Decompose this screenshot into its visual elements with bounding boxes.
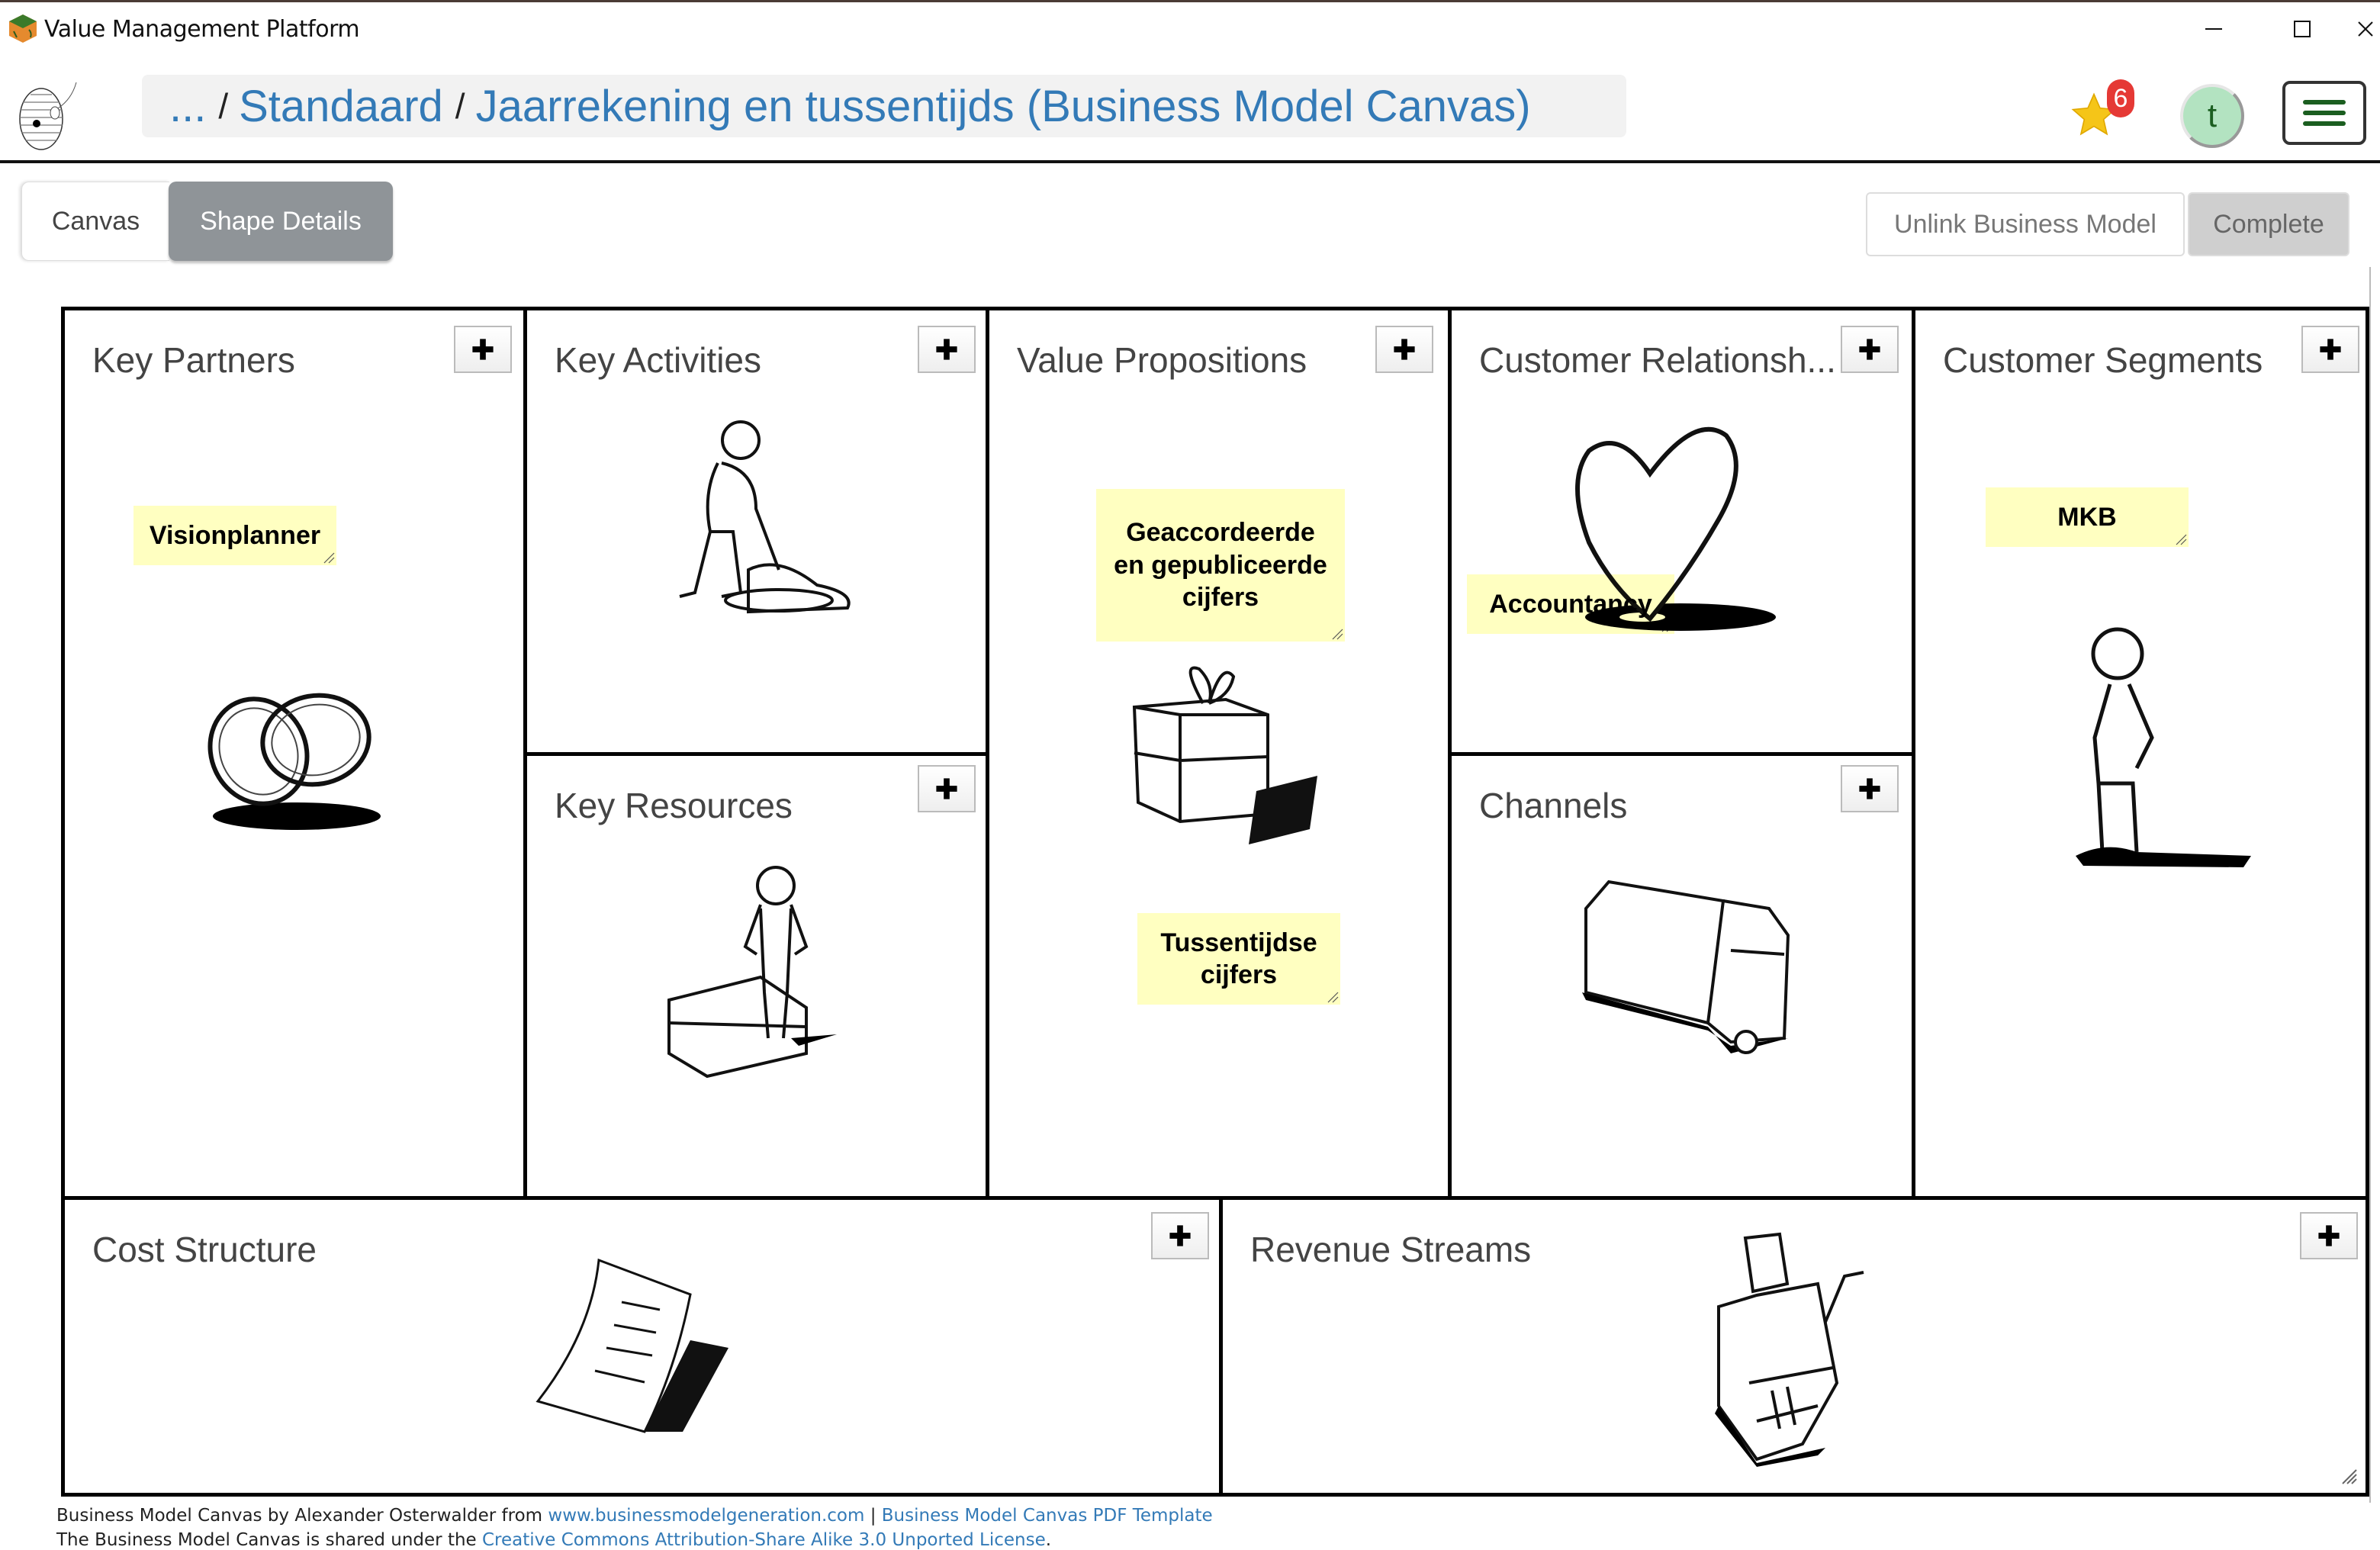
breadcrumb-separator: / [218, 86, 229, 126]
businessmodelgeneration-link[interactable]: www.businessmodelgeneration.com [548, 1506, 864, 1526]
scrollbar[interactable] [2369, 267, 2371, 1503]
add-note-button[interactable] [1841, 326, 1899, 373]
tab-shape-details[interactable]: Shape Details [169, 182, 393, 261]
window-title-bar: Value Management Platform [0, 0, 2380, 55]
complete-button[interactable]: Complete [2188, 192, 2349, 256]
resize-grip-icon[interactable] [1330, 626, 1343, 640]
hamburger-icon-bar [2303, 111, 2346, 115]
minimize-icon [2205, 28, 2222, 30]
block-customer-segments: Customer Segments MKB [1912, 307, 2369, 1201]
block-value-propositions: Value Propositions Geaccordeerde en gepu… [986, 307, 1452, 1201]
minimize-button[interactable] [2191, 10, 2237, 48]
plus-icon [1394, 339, 1415, 360]
unlink-business-model-button[interactable]: Unlink Business Model [1866, 192, 2185, 256]
sticky-note[interactable]: Geaccordeerde en gepubliceerde cijfers [1096, 489, 1345, 642]
add-note-button[interactable] [2300, 1212, 2358, 1259]
breadcrumb-item-standaard[interactable]: Standaard [239, 81, 443, 132]
add-note-button[interactable] [918, 326, 976, 373]
add-note-button[interactable] [1375, 326, 1433, 373]
plus-icon [936, 339, 957, 360]
resize-grip-icon[interactable] [321, 550, 335, 564]
block-title: Value Propositions [1017, 340, 1307, 380]
sticky-note-text: Visionplanner [149, 520, 321, 550]
plus-icon [1859, 778, 1880, 799]
hamburger-icon-bar [2303, 100, 2346, 105]
favorites-button[interactable]: 6 [2064, 79, 2148, 148]
user-avatar[interactable]: t [2180, 84, 2244, 148]
footer-attribution: Business Model Canvas by Alexander Oster… [56, 1506, 1213, 1526]
breadcrumb-ellipsis-link[interactable]: ... [169, 81, 206, 132]
hamburger-icon-bar [2303, 121, 2346, 126]
block-title: Key Partners [92, 340, 295, 380]
breadcrumb-item-current[interactable]: Jaarrekening en tussentijds (Business Mo… [476, 81, 1531, 132]
breadcrumb: ... / Standaard / Jaarrekening en tussen… [142, 75, 1626, 137]
app-logo-icon [9, 14, 37, 43]
footer-license: The Business Model Canvas is shared unde… [56, 1530, 1051, 1550]
sticky-note[interactable]: Tussentijdse cijfers [1137, 913, 1340, 1005]
footer-text: The Business Model Canvas is shared unde… [56, 1530, 482, 1550]
add-note-button[interactable] [918, 765, 976, 812]
plus-icon [1859, 339, 1880, 360]
block-key-resources: Key Resources [523, 752, 990, 1201]
resize-grip-icon[interactable] [2173, 532, 2187, 545]
hamburger-menu-button[interactable] [2282, 81, 2366, 145]
truck-icon [1582, 880, 1790, 1054]
app-header: ... / Standaard / Jaarrekening en tussen… [0, 55, 2380, 163]
plus-icon [472, 339, 494, 360]
close-button[interactable] [2357, 10, 2380, 48]
gift-box-icon [1132, 666, 1317, 844]
sticky-note-text: Tussentijdse cijfers [1160, 928, 1317, 990]
plus-icon [2318, 1225, 2340, 1246]
bill-document-icon [536, 1258, 728, 1433]
close-icon [2358, 21, 2373, 37]
plus-icon [936, 778, 957, 799]
maximize-button[interactable] [2279, 10, 2325, 48]
footer-separator: | [864, 1506, 882, 1526]
window-title: Value Management Platform [44, 16, 360, 43]
block-title: Key Resources [555, 786, 793, 825]
sticky-note[interactable]: Accountancy [1467, 574, 1674, 634]
sticky-note-text: Accountancy [1489, 589, 1652, 619]
sticky-note-text: MKB [2057, 502, 2117, 532]
sticky-note[interactable]: MKB [1986, 487, 2189, 547]
block-title: Cost Structure [92, 1230, 317, 1269]
maximize-icon [2294, 21, 2311, 37]
sticky-note-text: Geaccordeerde en gepubliceerde cijfers [1114, 518, 1327, 613]
block-key-partners: Key Partners Visionplanner [61, 307, 528, 1201]
block-title: Customer Relationsh... [1479, 340, 1836, 380]
block-cost-structure: Cost Structure [61, 1196, 1224, 1497]
block-customer-relationships: Customer Relationsh... Accountancy [1448, 307, 1916, 757]
person-with-bed-icon [667, 866, 837, 1079]
add-note-button[interactable] [1841, 765, 1899, 812]
breadcrumb-separator: / [455, 86, 465, 126]
block-title: Customer Segments [1943, 340, 2263, 380]
resize-grip-icon[interactable] [1325, 989, 1339, 1003]
block-channels: Channels [1448, 752, 1916, 1201]
footer-text: . [1045, 1530, 1052, 1550]
rings-icon [207, 693, 381, 830]
standing-person-icon [2076, 627, 2251, 867]
tab-canvas[interactable]: Canvas [21, 182, 169, 261]
add-note-button[interactable] [1151, 1212, 1209, 1259]
add-note-button[interactable] [2301, 326, 2359, 373]
pdf-template-link[interactable]: Business Model Canvas PDF Template [882, 1506, 1213, 1526]
block-revenue-streams: Revenue Streams [1219, 1196, 2369, 1497]
beehive-logo-icon[interactable] [14, 76, 82, 153]
block-title: Revenue Streams [1250, 1230, 1532, 1269]
block-key-activities: Key Activities [523, 307, 990, 757]
add-note-button[interactable] [454, 326, 512, 373]
worker-digging-icon [679, 420, 851, 614]
favorites-count-badge: 6 [2107, 79, 2134, 117]
block-title: Channels [1479, 786, 1628, 825]
plus-icon [1169, 1225, 1191, 1246]
canvas-resize-grip-icon[interactable] [2341, 1468, 2358, 1485]
block-title: Key Activities [555, 340, 761, 380]
license-link[interactable]: Creative Commons Attribution-Share Alike… [482, 1530, 1046, 1550]
sticky-note[interactable]: Visionplanner [133, 506, 336, 565]
cash-register-icon [1715, 1232, 1864, 1467]
resize-grip-icon[interactable] [1659, 619, 1673, 632]
footer-text: Business Model Canvas by Alexander Oster… [56, 1506, 548, 1526]
plus-icon [2320, 339, 2341, 360]
